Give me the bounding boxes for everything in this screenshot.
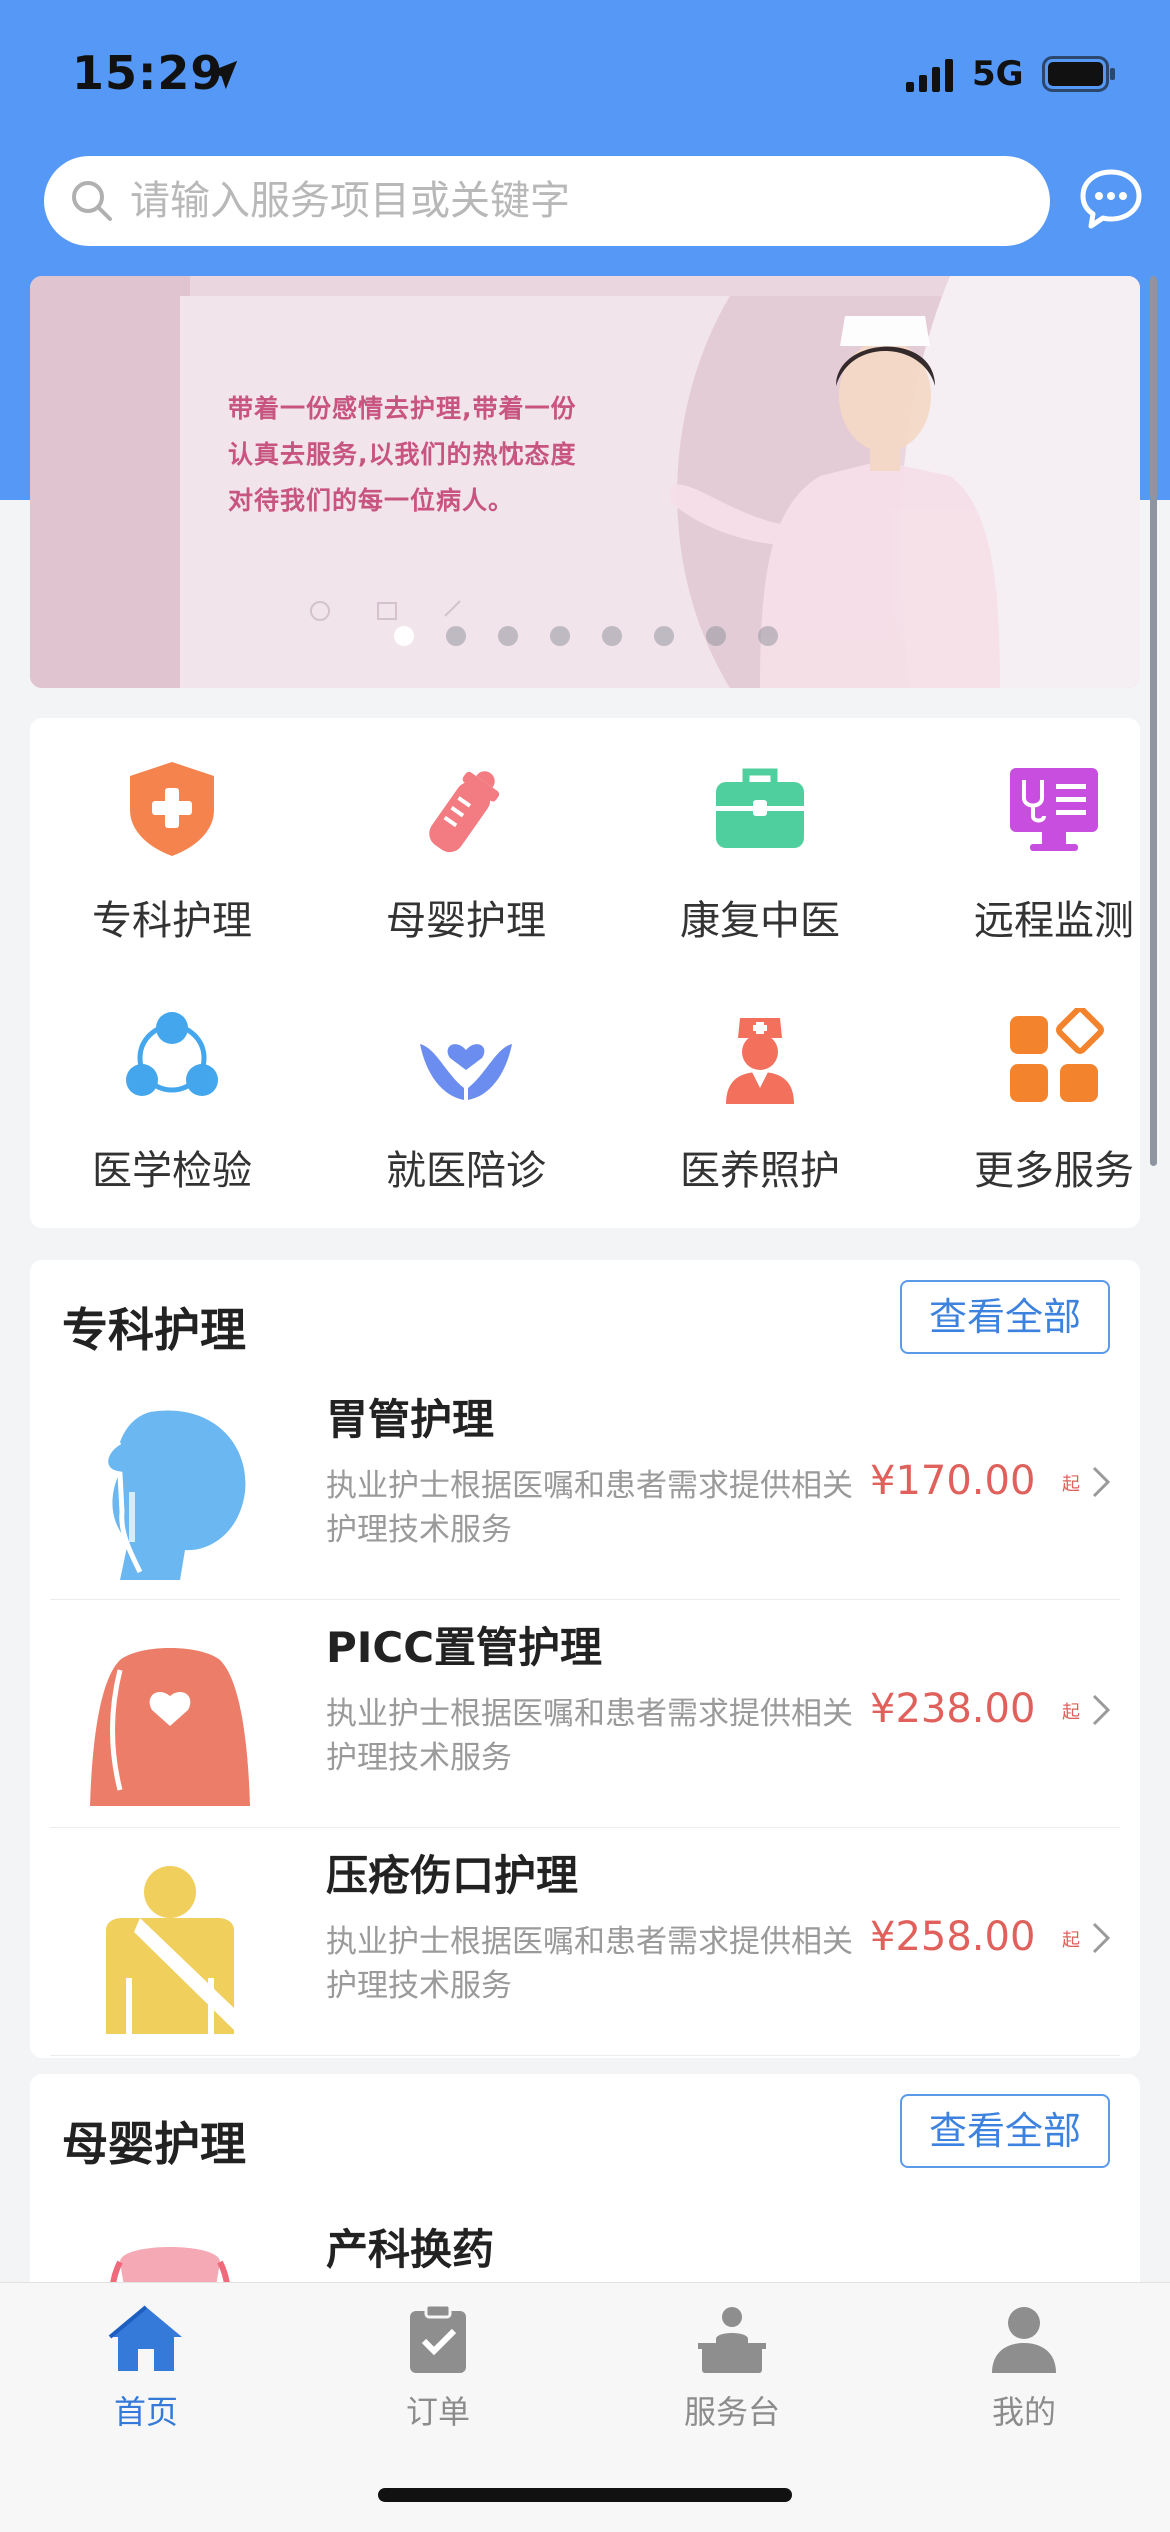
- status-bar: 15:29 5G: [0, 0, 1170, 150]
- view-all-button[interactable]: 查看全部: [900, 1280, 1110, 1354]
- carousel-dots[interactable]: [394, 626, 778, 646]
- service-desk-icon: [698, 2307, 766, 2373]
- grid-label: 远程监测: [974, 898, 1134, 944]
- grid-label: 更多服务: [974, 1148, 1134, 1194]
- carousel-dot[interactable]: [498, 626, 518, 646]
- chevron-right-icon: [1092, 1922, 1111, 1954]
- service-name: 产科换药: [326, 2225, 495, 2274]
- service-item[interactable]: 胃管护理 执业护士根据医嘱和患者需求提供相关护理技术服务 ¥170.00 起: [50, 1372, 1120, 1600]
- medical-kit-icon: [716, 768, 804, 848]
- home-icon: [108, 2305, 182, 2371]
- service-price: ¥238.00: [870, 1686, 1036, 1732]
- banner-slogan: 带着一份感情去护理,带着一份 认真去服务,以我们的热忱态度 对待我们的每一位病人…: [228, 386, 668, 524]
- clipboard-check-icon: [410, 2303, 466, 2373]
- service-price: ¥170.00: [870, 1458, 1036, 1504]
- torso-picc-icon: [90, 1648, 250, 1806]
- message-chat-icon[interactable]: [1078, 166, 1144, 232]
- grid-item-escort-visit[interactable]: 就医陪诊: [341, 1008, 591, 1196]
- grid-label: 母婴护理: [386, 898, 546, 944]
- grid-label: 康复中医: [680, 898, 840, 944]
- grid-label: 专科护理: [92, 898, 252, 944]
- service-desc: 执业护士根据医嘱和患者需求提供相关护理技术服务: [326, 1924, 853, 2004]
- banner-line-2: 认真去服务,以我们的热忱态度: [228, 440, 577, 469]
- hands-heart-icon: [420, 1044, 512, 1100]
- service-grid: 专科护理 母婴护理 康复中医 远程监测 医学检验 就医陪诊 医养照护 更多服务: [30, 718, 1140, 1228]
- location-arrow-icon: [208, 60, 238, 90]
- bandaged-person-icon: [106, 1866, 234, 2034]
- head-tube-icon: [103, 1410, 246, 1580]
- carousel-dot[interactable]: [446, 626, 466, 646]
- grid-label: 医学检验: [92, 1148, 252, 1194]
- user-icon: [992, 2307, 1056, 2373]
- carousel-dot[interactable]: [706, 626, 726, 646]
- section-title: 专科护理: [62, 1303, 246, 1357]
- more-grid-icon: [1010, 1008, 1104, 1102]
- battery-icon: [1042, 56, 1115, 92]
- shield-plus-icon: [130, 762, 214, 856]
- status-time: 15:29: [72, 46, 224, 100]
- section-title: 母婴护理: [62, 2117, 246, 2171]
- view-all-button[interactable]: 查看全部: [900, 2094, 1110, 2168]
- grid-item-specialist-care[interactable]: 专科护理: [47, 758, 297, 946]
- service-item[interactable]: 压疮伤口护理 执业护士根据医嘱和患者需求提供相关护理技术服务 ¥258.00 起: [50, 1828, 1120, 2056]
- carousel-dot[interactable]: [654, 626, 674, 646]
- grid-item-elder-care[interactable]: 医养照护: [635, 1008, 885, 1196]
- tab-label: 订单: [405, 2393, 470, 2431]
- lab-network-icon: [126, 1012, 218, 1096]
- grid-item-lab-test[interactable]: 医学检验: [47, 1008, 297, 1196]
- chevron-right-icon: [1092, 1694, 1111, 1726]
- monitor-stethoscope-icon: [1010, 768, 1098, 851]
- tab-home[interactable]: 首页: [46, 2303, 246, 2433]
- section-specialist-care: 专科护理 查看全部 胃管护理 执业护士根据医嘱和患者需求提供相关护理技术服务 ¥…: [30, 1260, 1140, 2058]
- section-maternal-care: 母婴护理 查看全部 产科换药: [30, 2074, 1140, 2304]
- tab-label: 首页: [113, 2393, 178, 2431]
- network-type: 5G: [972, 54, 1024, 94]
- search-icon: [72, 181, 112, 221]
- banner-line-3: 对待我们的每一位病人。: [228, 486, 515, 515]
- service-name: PICC置管护理: [326, 1623, 603, 1672]
- tab-profile[interactable]: 我的: [924, 2303, 1124, 2433]
- app-screen: 15:29 5G 请输入服务项目或关键字 带着一份感情去护理,带着一份 认真去服…: [0, 0, 1170, 2532]
- grid-item-more-services[interactable]: 更多服务: [929, 1008, 1170, 1196]
- grid-item-remote-monitoring[interactable]: 远程监测: [929, 758, 1170, 946]
- promo-banner[interactable]: 带着一份感情去护理,带着一份 认真去服务,以我们的热忱态度 对待我们的每一位病人…: [30, 276, 1140, 688]
- tab-label: 服务台: [683, 2393, 780, 2431]
- chevron-right-icon: [1092, 1466, 1111, 1498]
- carousel-dot[interactable]: [602, 626, 622, 646]
- service-desc: 执业护士根据医嘱和患者需求提供相关护理技术服务: [326, 1468, 853, 1548]
- price-unit: 起: [1062, 1930, 1080, 1951]
- home-indicator: [378, 2488, 792, 2502]
- banner-line-1: 带着一份感情去护理,带着一份: [228, 394, 577, 423]
- cellular-signal-icon: [906, 59, 953, 92]
- price-unit: 起: [1062, 1702, 1080, 1723]
- search-bar[interactable]: [44, 156, 1050, 246]
- grid-label: 医养照护: [680, 1148, 840, 1194]
- carousel-dot[interactable]: [758, 626, 778, 646]
- tab-service-desk[interactable]: 服务台: [632, 2303, 832, 2433]
- service-name: 胃管护理: [326, 1395, 495, 1444]
- tab-label: 我的: [991, 2393, 1056, 2431]
- grid-item-rehab-tcm[interactable]: 康复中医: [635, 758, 885, 946]
- nurse-icon: [726, 1018, 794, 1104]
- grid-item-maternal-care[interactable]: 母婴护理: [341, 758, 591, 946]
- carousel-dot[interactable]: [550, 626, 570, 646]
- baby-bottle-icon: [429, 771, 500, 853]
- carousel-dot[interactable]: [394, 626, 414, 646]
- service-desc: 执业护士根据医嘱和患者需求提供相关护理技术服务: [326, 1696, 853, 1776]
- tab-orders[interactable]: 订单: [338, 2303, 538, 2433]
- price-unit: 起: [1062, 1474, 1080, 1495]
- search-input[interactable]: [130, 178, 1010, 224]
- service-price: ¥258.00: [870, 1914, 1036, 1960]
- grid-label: 就医陪诊: [386, 1148, 546, 1194]
- service-name: 压疮伤口护理: [326, 1851, 579, 1900]
- service-item[interactable]: PICC置管护理 执业护士根据医嘱和患者需求提供相关护理技术服务 ¥238.00…: [50, 1600, 1120, 1828]
